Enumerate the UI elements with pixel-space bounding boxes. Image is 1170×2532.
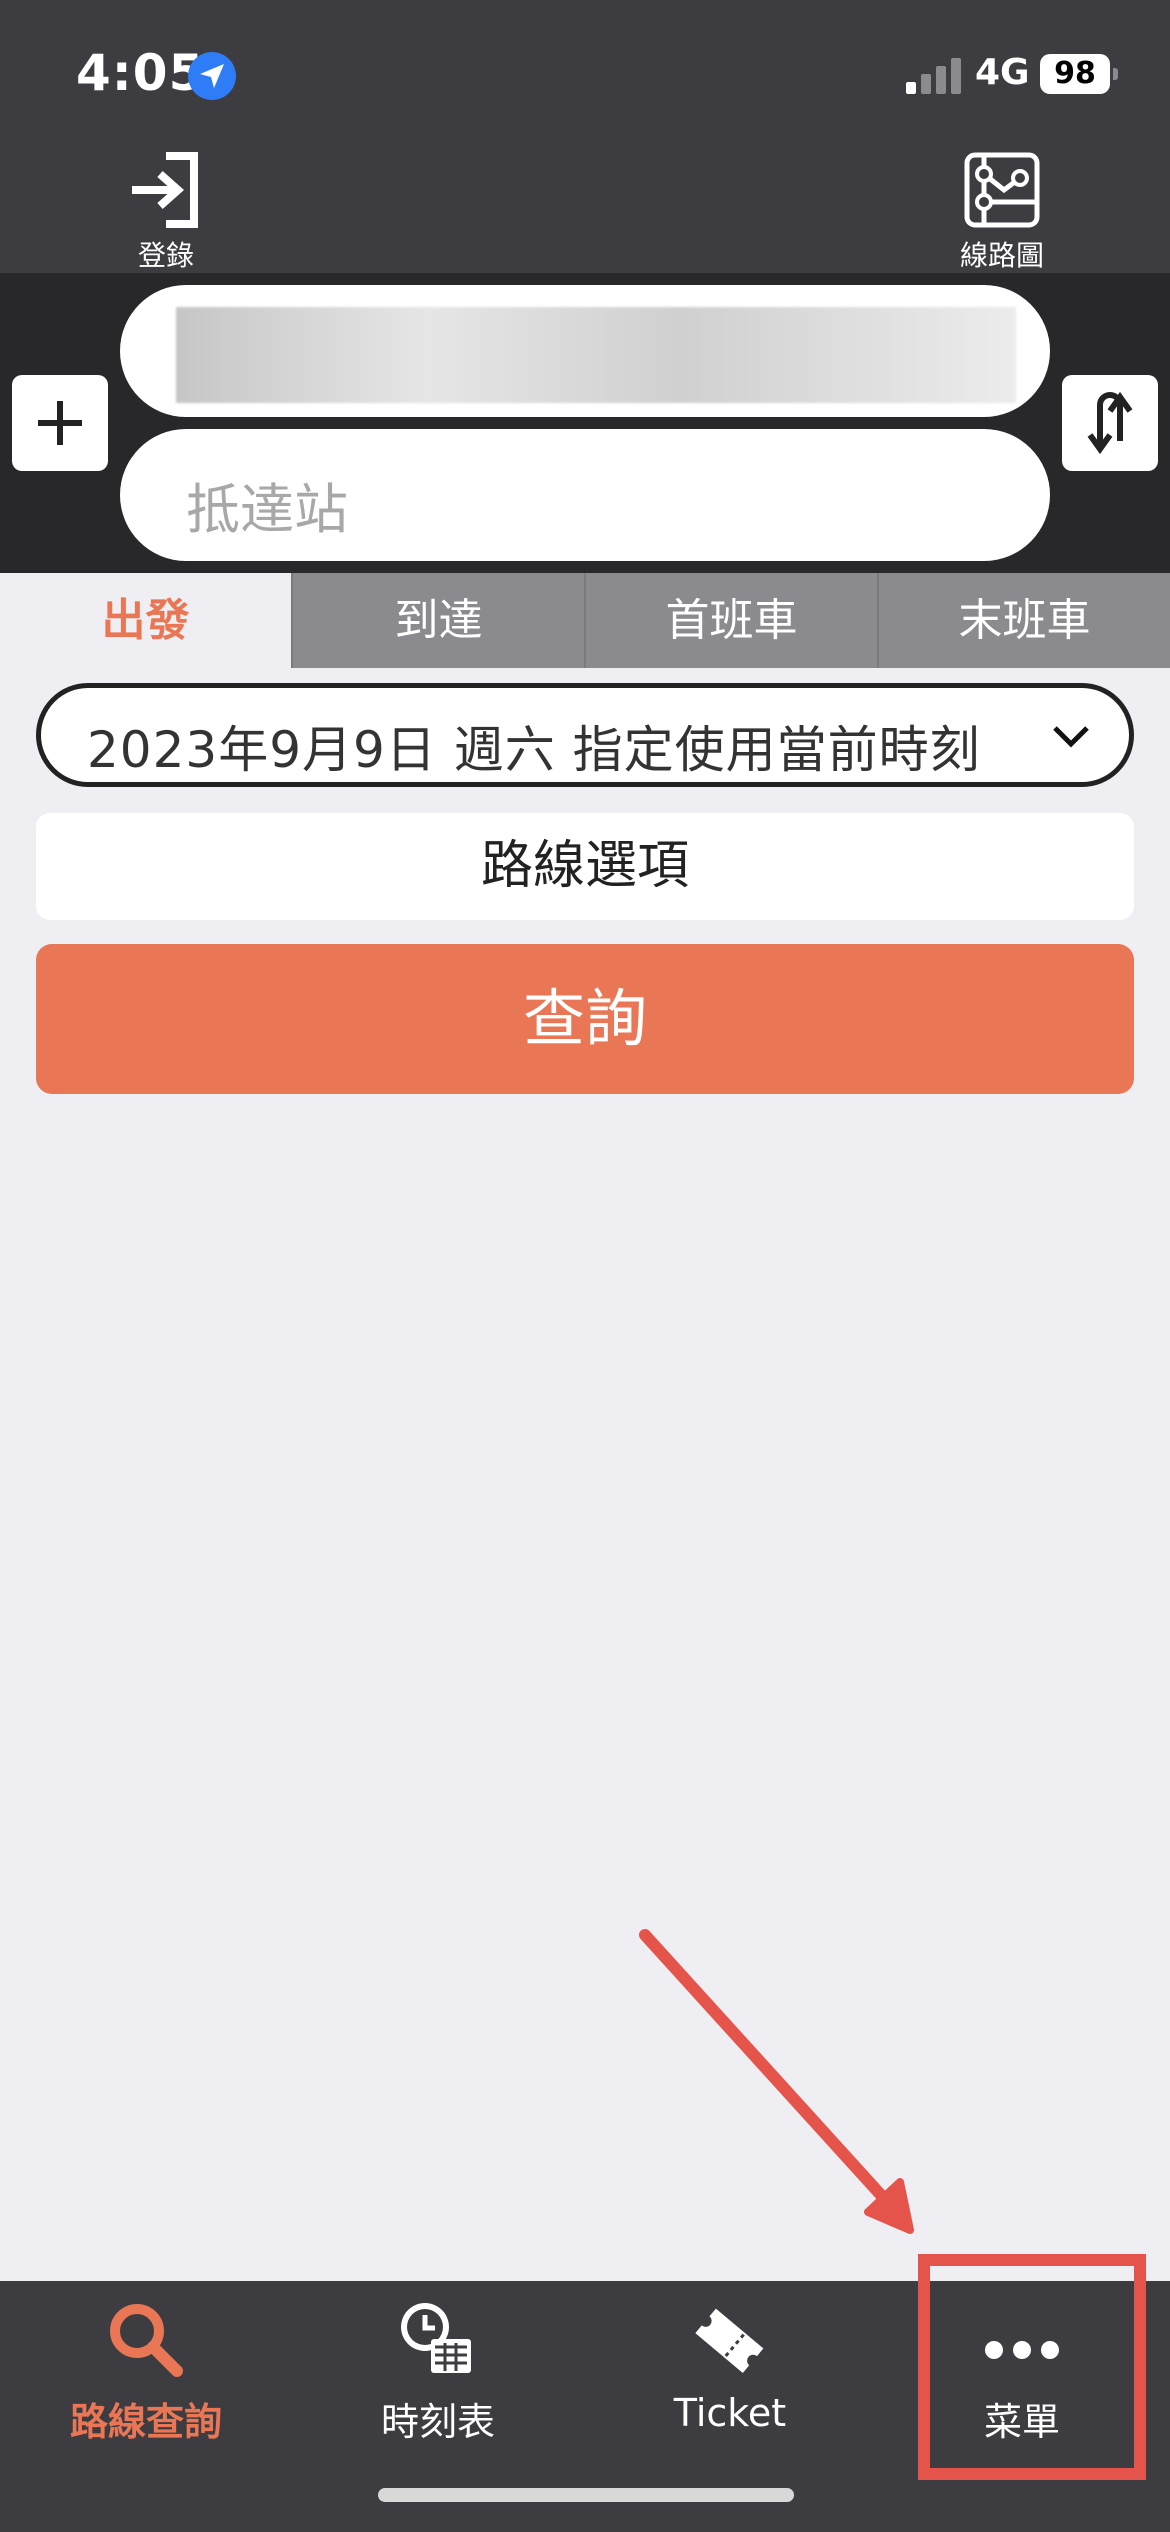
tabbar-timetable-label: 時刻表	[380, 2400, 495, 2444]
home-indicator[interactable]	[378, 2488, 794, 2502]
route-map-button[interactable]: 線路圖	[922, 150, 1082, 274]
network-type: 4G	[975, 52, 1030, 93]
route-map-label: 線路圖	[959, 239, 1044, 272]
signal-icon	[906, 56, 966, 94]
tabbar-route-search-label: 路線查詢	[69, 2400, 222, 2444]
arrival-station-input[interactable]: 抵達站	[120, 429, 1050, 561]
plus-icon	[38, 401, 82, 445]
station-search-panel: 抵達站	[0, 273, 1170, 573]
top-bar: 4:05 4G 98 登錄 線路圖	[0, 0, 1170, 273]
search-mode-tabs: 出發 到達 首班車 末班車	[0, 573, 1170, 668]
swap-icon	[1087, 391, 1133, 455]
tab-last-train[interactable]: 末班車	[877, 573, 1170, 668]
redacted-station	[176, 307, 1016, 403]
search-icon	[110, 2304, 183, 2377]
route-options-button[interactable]: 路線選項	[36, 813, 1134, 920]
tab-departure[interactable]: 出發	[0, 573, 291, 668]
tabbar-menu-label: 菜單	[983, 2400, 1060, 2444]
tabbar-route-search[interactable]: 路線查詢	[0, 2295, 292, 2446]
departure-station-input[interactable]	[120, 285, 1050, 417]
annotation-arrow	[639, 1929, 914, 2234]
tab-first-train[interactable]: 首班車	[584, 573, 877, 668]
timetable-icon	[401, 2303, 471, 2373]
tabbar-ticket[interactable]: Ticket	[584, 2295, 876, 2435]
chevron-down-icon	[1053, 726, 1089, 748]
swap-stations-button[interactable]	[1062, 375, 1158, 471]
location-icon	[188, 52, 236, 100]
tabbar-menu[interactable]: 菜單	[876, 2295, 1168, 2446]
tab-arrival[interactable]: 到達	[291, 573, 584, 668]
status-time: 4:05	[76, 44, 205, 102]
ticket-icon	[695, 2308, 764, 2373]
tabbar-timetable[interactable]: 時刻表	[292, 2295, 584, 2446]
add-waypoint-button[interactable]	[12, 375, 108, 471]
login-button[interactable]: 登錄	[86, 150, 246, 274]
login-icon	[132, 152, 198, 228]
login-label: 登錄	[137, 239, 194, 272]
more-icon	[985, 2341, 1059, 2359]
route-map-icon	[964, 152, 1040, 228]
query-button[interactable]: 查詢	[36, 944, 1134, 1094]
arrival-placeholder: 抵達站	[186, 478, 348, 541]
tabbar-ticket-label: Ticket	[673, 2391, 787, 2435]
date-time-value: 2023年9月9日 週六 指定使用當前時刻	[87, 721, 981, 779]
date-time-select[interactable]: 2023年9月9日 週六 指定使用當前時刻	[36, 683, 1134, 787]
battery-level: 98	[1040, 54, 1118, 94]
